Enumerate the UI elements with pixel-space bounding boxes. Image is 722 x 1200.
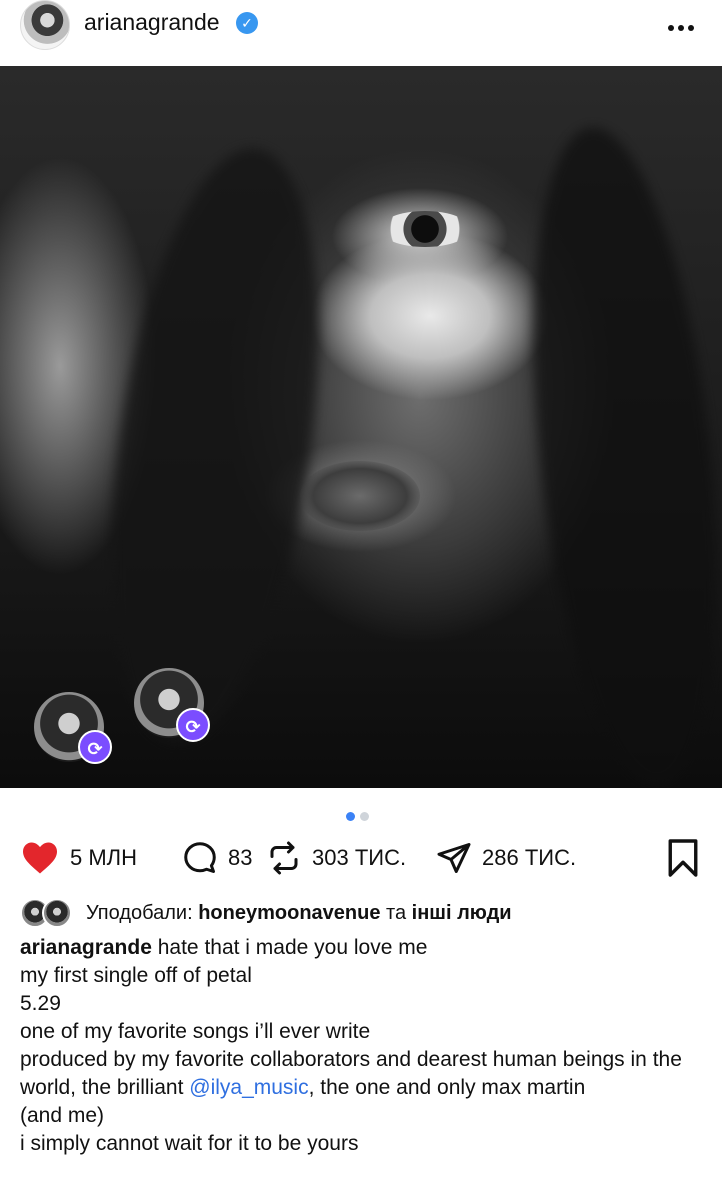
comment-button[interactable]: 83 [182, 838, 252, 878]
repost-badge-icon: ⟳ [78, 730, 112, 764]
liked-by-conj: та [386, 901, 407, 924]
liked-by-user[interactable]: honeymoonavenue [198, 902, 380, 925]
caption-line-3: 5.29 [20, 992, 61, 1015]
carousel-dot[interactable] [360, 812, 369, 821]
repost-badge-icon: ⟳ [176, 708, 210, 742]
repost-icon [270, 841, 298, 875]
avatar [42, 898, 72, 928]
post-photo[interactable]: ⟳ ⟳ [0, 66, 722, 788]
username[interactable]: arianagrande [84, 9, 220, 36]
caption-line-1: arianagrande hate that i made you love m… [20, 934, 700, 962]
avatar[interactable] [20, 0, 70, 50]
bookmark-icon[interactable] [666, 838, 700, 878]
caption-text: hate that i made you love me [157, 936, 428, 959]
post-header: arianagrande ✓ [0, 0, 722, 66]
post-caption: arianagrande hate that i made you love m… [20, 934, 700, 1158]
photo-shadow [79, 135, 351, 757]
share-button[interactable]: 286 ТИС. [436, 838, 576, 878]
photo-eye [380, 211, 470, 247]
carousel-dots [346, 808, 376, 821]
caption-text: , the one and only max martin [308, 1076, 586, 1099]
repost-button[interactable]: 303 ТИС. [266, 838, 406, 878]
repost-count: 303 ТИС. [312, 845, 407, 870]
like-button[interactable]: 5 МЛН [20, 838, 137, 878]
share-count: 286 ТИС. [482, 845, 577, 870]
heart-icon [23, 842, 57, 874]
caption-line-2: my first single off of petal [20, 964, 252, 987]
liked-by-others[interactable]: інші люди [412, 902, 512, 925]
photo-lips [300, 461, 420, 531]
photo-shadow [505, 118, 722, 788]
liked-by-avatars [20, 898, 78, 928]
like-count: 5 МЛН [70, 845, 137, 870]
caption-line-5: produced by my favorite collaborators an… [20, 1046, 700, 1102]
comment-count: 83 [228, 845, 253, 870]
liked-by-prefix: Уподобали: [86, 901, 193, 924]
share-icon [437, 843, 471, 873]
action-bar: 5 МЛН 83 303 ТИС. 286 ТИС. [20, 838, 710, 878]
more-icon[interactable] [668, 18, 700, 31]
liked-by-row[interactable]: Уподобали: honeymoonavenue та інші люди [20, 898, 512, 928]
caption-line-7: i simply cannot wait for it to be yours [20, 1132, 359, 1155]
caption-line-6: (and me) [20, 1104, 105, 1127]
comment-icon [184, 842, 216, 873]
caption-author[interactable]: arianagrande [20, 936, 152, 959]
carousel-dot-active[interactable] [346, 812, 355, 821]
caption-line-4: one of my favorite songs i’ll ever write [20, 1020, 371, 1043]
mention-link[interactable]: @ilya_music [189, 1076, 308, 1099]
verified-icon: ✓ [236, 12, 258, 34]
